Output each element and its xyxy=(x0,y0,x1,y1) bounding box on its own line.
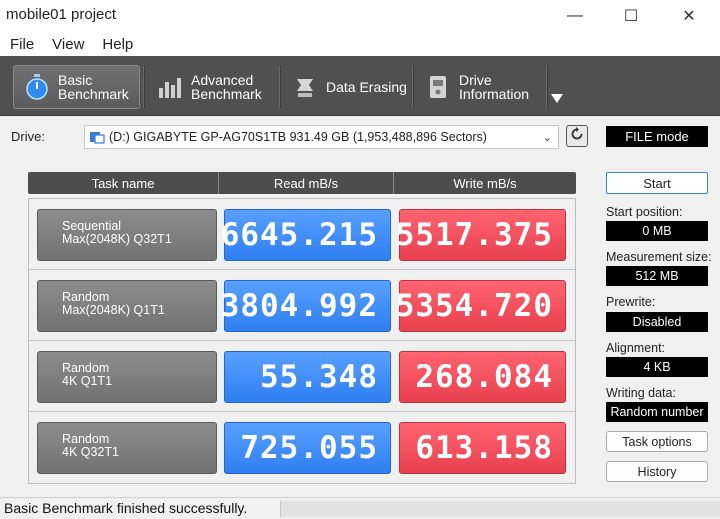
alignment-label: Alignment: xyxy=(606,341,666,355)
task-name-line1: Random xyxy=(62,432,110,446)
measurement-size-value[interactable]: 512 MB xyxy=(606,266,708,286)
menu-file[interactable]: File xyxy=(0,36,43,53)
write-value: 5354.720 xyxy=(396,280,566,332)
read-value: 3804.992 xyxy=(221,280,391,332)
drive-selected-value: (D:) GIGABYTE GP-AG70S1TB 931.49 GB (1,9… xyxy=(109,130,487,144)
tab-drive-information[interactable]: Drive Information xyxy=(415,65,545,109)
prewrite-value[interactable]: Disabled xyxy=(606,312,708,332)
tab-drive-line2: Information xyxy=(459,86,530,102)
read-value: 725.055 xyxy=(224,422,391,474)
bar-chart-icon xyxy=(157,74,183,100)
tab-data-erasing[interactable]: Data Erasing xyxy=(282,65,412,109)
chevron-down-icon: ⌄ xyxy=(542,132,552,144)
toolbar-separator xyxy=(279,66,281,108)
window-title: mobile01 project xyxy=(6,6,117,23)
minimize-button[interactable]: — xyxy=(552,0,598,32)
eraser-icon xyxy=(292,74,318,100)
refresh-button[interactable] xyxy=(566,125,588,147)
status-bar: Basic Benchmark finished successfully. xyxy=(0,497,720,519)
read-value: 55.348 xyxy=(224,351,391,403)
refresh-icon xyxy=(569,126,585,147)
status-message: Basic Benchmark finished successfully. xyxy=(4,500,248,516)
task-name-line2: Max(2048K) Q1T1 xyxy=(62,303,165,317)
drive-select[interactable]: (D:) GIGABYTE GP-AG70S1TB 931.49 GB (1,9… xyxy=(84,125,559,149)
table-row: Random 4K Q1T1 55.348 268.084 xyxy=(29,341,575,412)
task-name-line2: 4K Q32T1 xyxy=(62,445,119,459)
write-value: 5517.375 xyxy=(396,209,566,261)
results-header: Task name Read mB/s Write mB/s xyxy=(28,172,576,194)
task-name-line1: Sequential xyxy=(62,219,122,233)
toolbar-separator xyxy=(546,66,548,108)
task-name-line2: Max(2048K) Q32T1 xyxy=(62,232,172,246)
table-row: Sequential Max(2048K) Q32T1 6645.215 551… xyxy=(29,199,575,270)
write-value: 613.158 xyxy=(399,422,566,474)
column-write: Write mB/s xyxy=(453,175,517,191)
tab-basic-line2: Benchmark xyxy=(58,86,129,102)
measurement-size-label: Measurement size: xyxy=(606,250,712,264)
start-position-value[interactable]: 0 MB xyxy=(606,221,708,241)
task-name-line1: Random xyxy=(62,290,110,304)
task-name-cell[interactable]: Random Max(2048K) Q1T1 xyxy=(37,280,217,332)
writing-data-label: Writing data: xyxy=(606,386,676,400)
dropdown-arrow-icon[interactable] xyxy=(551,94,563,103)
read-value: 6645.215 xyxy=(221,209,391,261)
file-mode-badge[interactable]: FILE mode xyxy=(606,126,708,147)
stopwatch-icon xyxy=(24,74,50,100)
status-progress-area xyxy=(280,501,720,517)
toolbar: Basic Benchmark Advanced Benchmark Data Er… xyxy=(0,56,720,116)
tab-erasing-label: Data Erasing xyxy=(326,79,407,95)
title-bar: mobile01 project — ☐ ✕ xyxy=(0,0,720,32)
toolbar-separator xyxy=(412,66,414,108)
table-row: Random Max(2048K) Q1T1 3804.992 5354.720 xyxy=(29,270,575,341)
maximize-button[interactable]: ☐ xyxy=(608,0,654,32)
alignment-value[interactable]: 4 KB xyxy=(606,357,708,377)
task-name-line1: Random xyxy=(62,361,110,375)
start-position-label: Start position: xyxy=(606,205,683,219)
tab-advanced-benchmark[interactable]: Advanced Benchmark xyxy=(147,65,277,109)
task-name-cell[interactable]: Random 4K Q1T1 xyxy=(37,351,217,403)
drive-info-icon xyxy=(425,74,451,100)
results-table: Sequential Max(2048K) Q32T1 6645.215 551… xyxy=(28,198,576,484)
menu-bar: File View Help xyxy=(0,32,720,56)
menu-help[interactable]: Help xyxy=(93,36,142,53)
task-name-cell[interactable]: Random 4K Q32T1 xyxy=(37,422,217,474)
start-button[interactable]: Start xyxy=(606,172,708,194)
history-button[interactable]: History xyxy=(606,461,708,482)
column-task-name: Task name xyxy=(28,172,219,194)
prewrite-label: Prewrite: xyxy=(606,295,656,309)
drive-icon xyxy=(88,128,106,146)
table-row: Random 4K Q32T1 725.055 613.158 xyxy=(29,412,575,483)
drive-label: Drive: xyxy=(11,129,45,144)
task-options-button[interactable]: Task options xyxy=(606,431,708,452)
menu-view[interactable]: View xyxy=(43,36,93,53)
writing-data-value[interactable]: Random number xyxy=(606,402,708,422)
toolbar-separator xyxy=(143,66,145,108)
task-name-line2: 4K Q1T1 xyxy=(62,374,113,388)
task-name-cell[interactable]: Sequential Max(2048K) Q32T1 xyxy=(37,209,217,261)
write-value: 268.084 xyxy=(399,351,566,403)
tab-advanced-line2: Benchmark xyxy=(191,86,262,102)
column-read: Read mB/s xyxy=(219,172,394,194)
tab-basic-benchmark[interactable]: Basic Benchmark xyxy=(13,65,140,109)
close-button[interactable]: ✕ xyxy=(666,0,712,32)
